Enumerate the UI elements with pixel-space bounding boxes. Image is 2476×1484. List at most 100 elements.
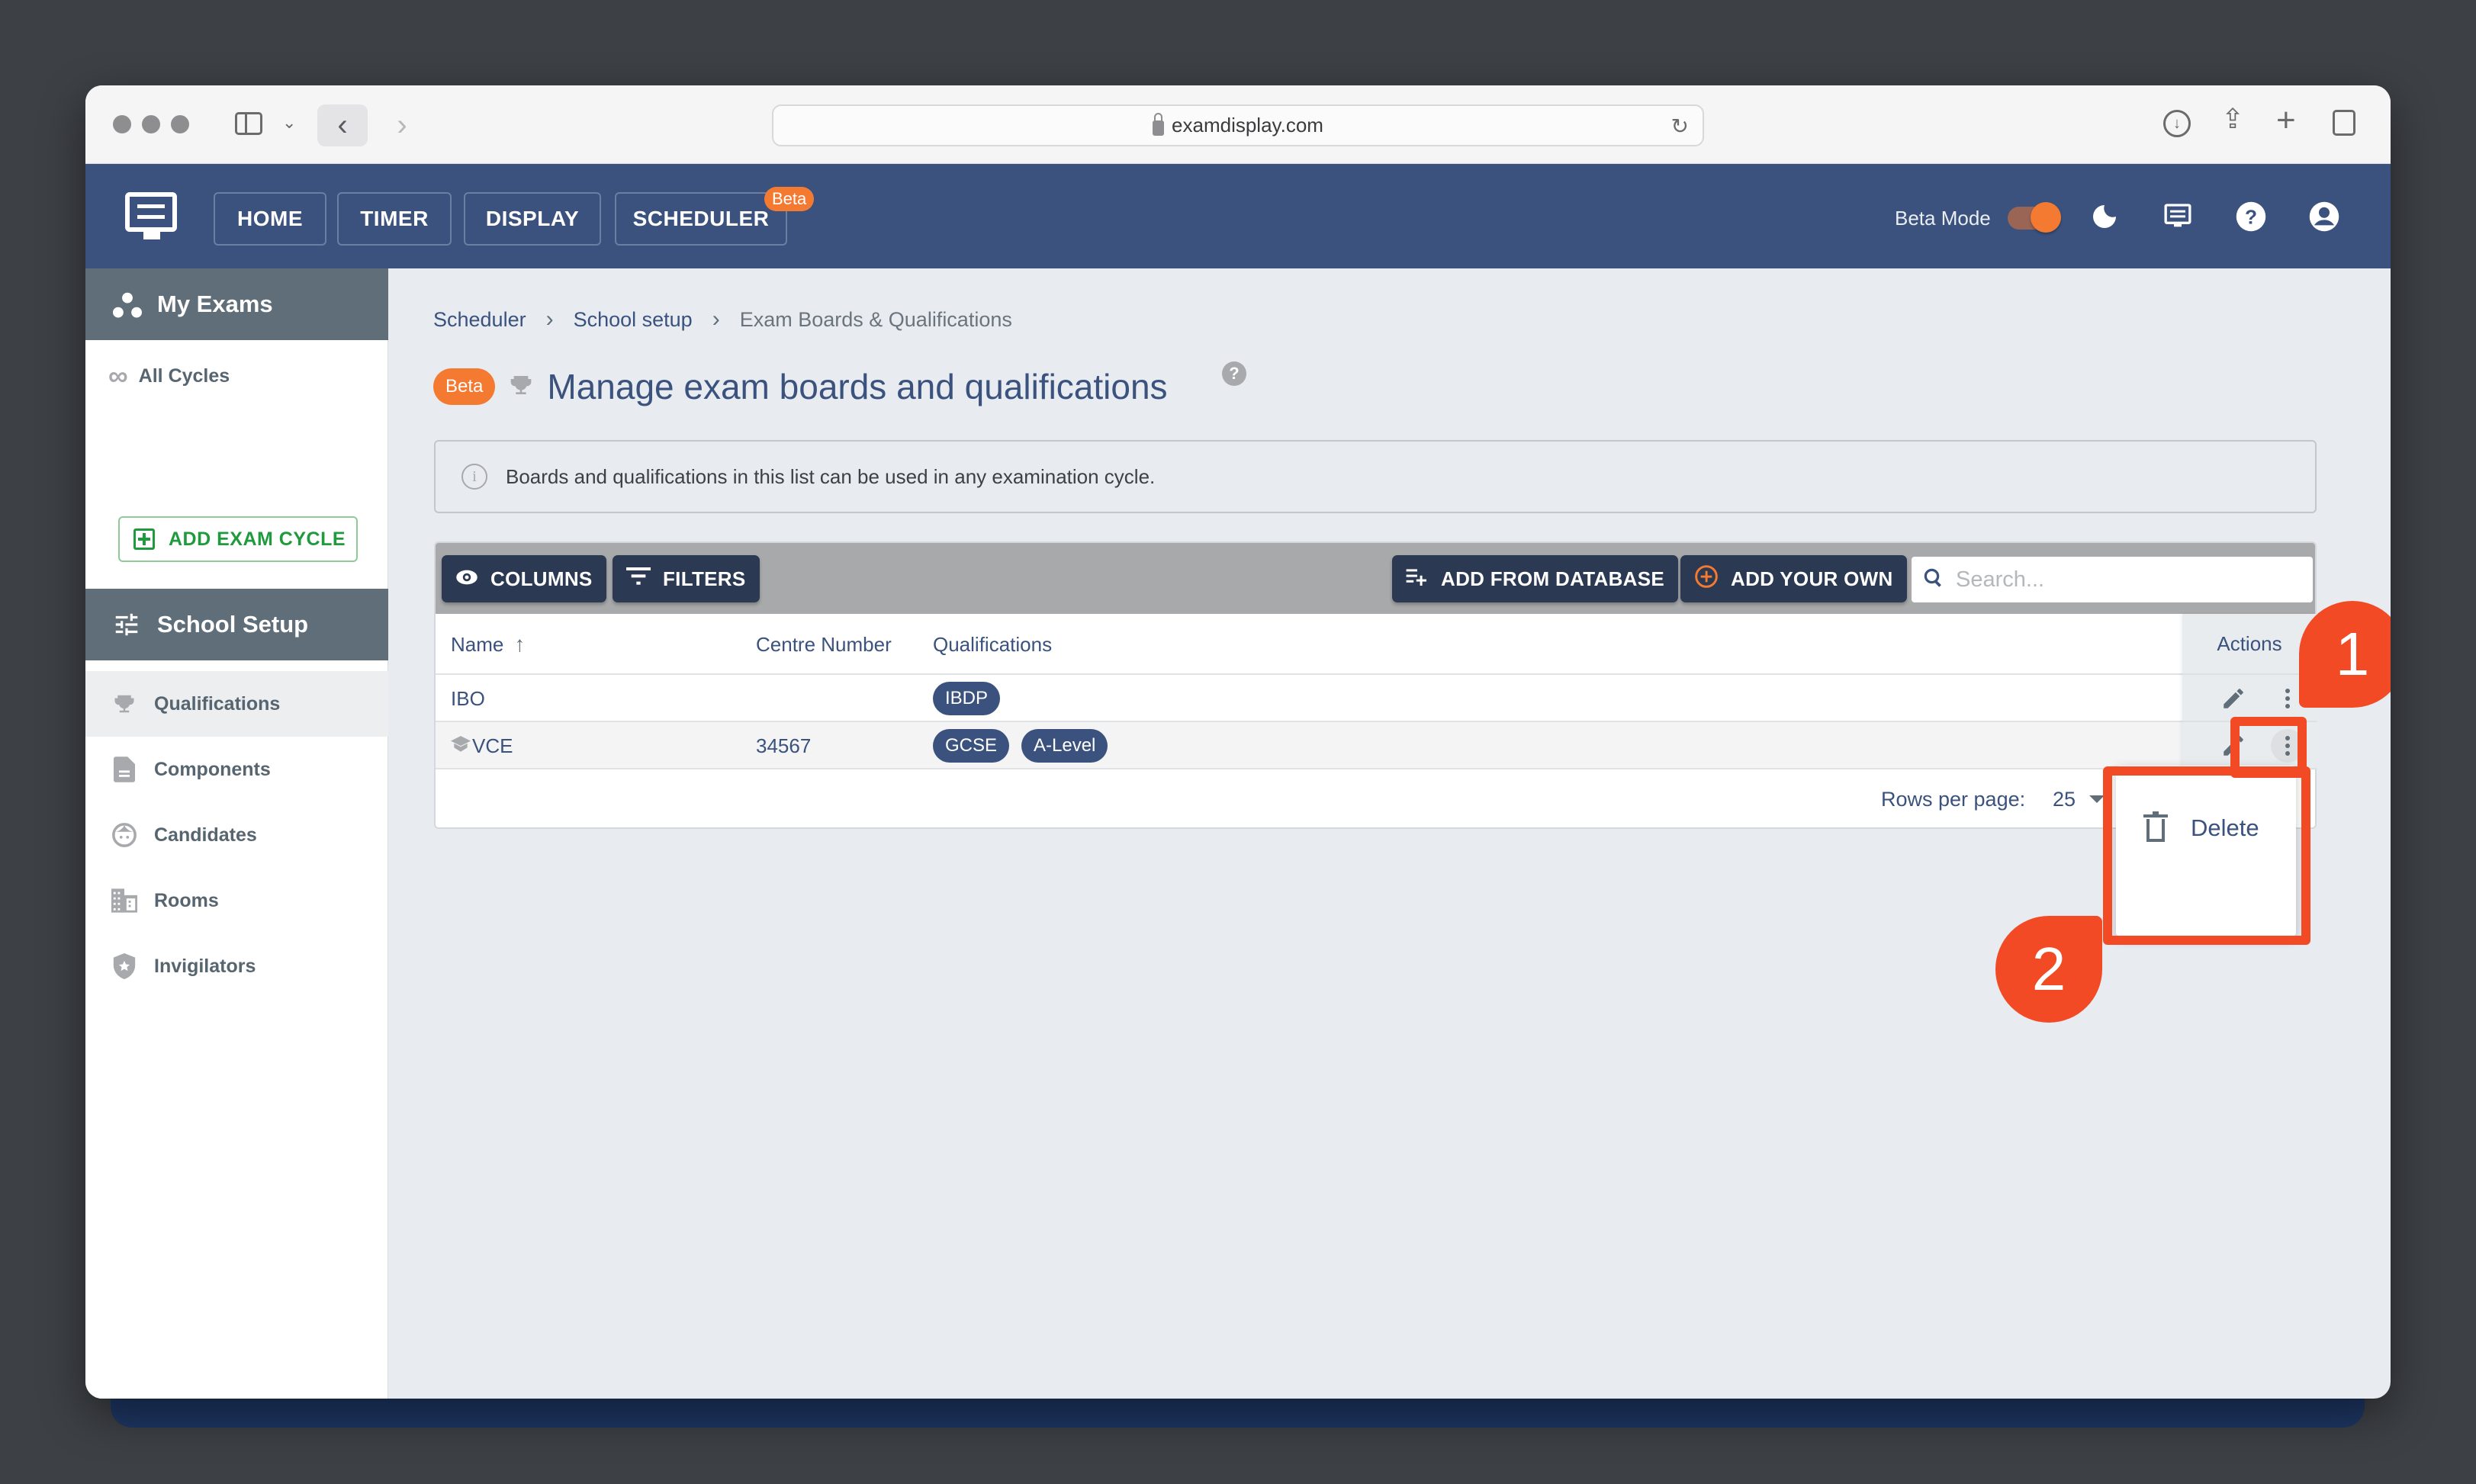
sidebar-section-my-exams[interactable]: My Exams bbox=[85, 268, 388, 340]
row-2-more-actions-button[interactable] bbox=[2271, 729, 2304, 763]
breadcrumb-scheduler[interactable]: Scheduler bbox=[433, 308, 526, 332]
exam-display-logo-icon[interactable] bbox=[125, 192, 177, 239]
sidebar-item-components[interactable]: Components bbox=[85, 737, 388, 802]
add-your-own-label: ADD YOUR OWN bbox=[1731, 567, 1893, 590]
browser-window: ⌄ ‹ › examdisplay.com ↻ ↓ ⇪ + HOME TIMER… bbox=[85, 85, 2391, 1399]
sidebar-toggle-icon[interactable] bbox=[235, 112, 262, 135]
sidebar-item-rooms[interactable]: Rooms bbox=[85, 868, 388, 933]
add-box-icon bbox=[133, 528, 155, 550]
annotation-bubble-2: 2 bbox=[1995, 916, 2102, 1023]
share-icon[interactable]: ⇪ bbox=[2221, 105, 2244, 133]
search-input[interactable] bbox=[1956, 567, 2291, 593]
info-alert: i Boards and qualifications in this list… bbox=[434, 440, 2317, 513]
chevron-right-icon: › bbox=[712, 307, 720, 332]
nav-timer-button[interactable]: TIMER bbox=[337, 192, 452, 246]
info-icon: i bbox=[461, 464, 487, 490]
filters-button[interactable]: FILTERS bbox=[613, 555, 760, 602]
all-cycles-label: All Cycles bbox=[138, 365, 230, 387]
download-icon[interactable]: ↓ bbox=[2163, 110, 2191, 137]
new-tab-icon[interactable]: + bbox=[2276, 104, 2296, 137]
maximize-window-button[interactable] bbox=[171, 115, 189, 133]
row-qualifications: GCSE A-Level bbox=[933, 722, 1108, 769]
filters-label: FILTERS bbox=[663, 567, 746, 590]
help-icon[interactable]: ? bbox=[2235, 201, 2267, 233]
scheduler-beta-badge: Beta bbox=[764, 187, 815, 211]
display-settings-icon[interactable] bbox=[2162, 201, 2194, 233]
qualification-chip[interactable]: IBDP bbox=[933, 682, 1001, 715]
url-text: examdisplay.com bbox=[1172, 114, 1323, 137]
tab-overview-icon[interactable] bbox=[2333, 110, 2355, 136]
my-exams-label: My Exams bbox=[157, 291, 273, 317]
columns-button[interactable]: COLUMNS bbox=[442, 555, 606, 602]
column-header-centre-number[interactable]: Centre Number bbox=[756, 614, 892, 675]
playlist-add-icon bbox=[1406, 567, 1429, 591]
breadcrumb: Scheduler › School setup › Exam Boards &… bbox=[433, 307, 1012, 332]
filter-icon bbox=[626, 567, 651, 591]
add-your-own-button[interactable]: ADD YOUR OWN bbox=[1680, 555, 1907, 602]
beta-badge: Beta bbox=[433, 368, 496, 405]
invigilators-label: Invigilators bbox=[154, 955, 256, 977]
components-label: Components bbox=[154, 758, 271, 780]
row-name: VCE bbox=[451, 722, 513, 769]
close-window-button[interactable] bbox=[113, 115, 131, 133]
row-actions bbox=[2182, 675, 2317, 722]
table-row[interactable]: IBO IBDP bbox=[436, 675, 2315, 722]
grid-header-row: Name ↑ Centre Number Qualifications bbox=[436, 614, 2315, 675]
dark-mode-moon-icon[interactable] bbox=[2089, 201, 2121, 233]
arrow-up-sort-icon[interactable]: ↑ bbox=[514, 632, 525, 657]
sidebar-item-qualifications[interactable]: Qualifications bbox=[85, 671, 388, 737]
chevron-down-icon[interactable]: ⌄ bbox=[282, 114, 296, 131]
back-button[interactable]: ‹ bbox=[317, 104, 368, 146]
delete-menu-item[interactable]: Delete bbox=[2116, 790, 2296, 866]
forward-button[interactable]: › bbox=[383, 104, 421, 146]
add-from-database-button[interactable]: ADD FROM DATABASE bbox=[1392, 555, 1679, 602]
column-header-actions: Actions bbox=[2182, 614, 2317, 675]
rows-per-page-select[interactable]: 25 bbox=[2053, 788, 2105, 811]
candidates-label: Candidates bbox=[154, 824, 257, 846]
sidebar-item-all-cycles[interactable]: ∞ All Cycles bbox=[108, 360, 230, 392]
info-text: Boards and qualifications in this list c… bbox=[506, 464, 1156, 488]
chevron-left-icon: ‹ bbox=[337, 108, 348, 142]
sidebar-item-candidates[interactable]: Candidates bbox=[85, 802, 388, 868]
building-icon bbox=[111, 888, 137, 914]
shield-star-icon bbox=[111, 953, 137, 979]
chevron-right-icon: › bbox=[397, 108, 407, 142]
row-name-text: VCE bbox=[472, 734, 513, 757]
edit-pencil-icon[interactable] bbox=[2220, 733, 2246, 759]
document-icon bbox=[111, 756, 137, 782]
trophy-icon bbox=[509, 371, 533, 403]
table-row[interactable]: VCE 34567 GCSE A-Level bbox=[436, 722, 2315, 769]
row-centre-number: 34567 bbox=[756, 734, 812, 757]
account-icon[interactable] bbox=[2308, 201, 2340, 233]
sidebar-section-school-setup[interactable]: School Setup bbox=[85, 589, 388, 660]
qualification-chip[interactable]: A-Level bbox=[1021, 729, 1108, 763]
column-header-name[interactable]: Name ↑ bbox=[451, 614, 525, 675]
chevron-right-icon: › bbox=[545, 307, 554, 332]
delete-label: Delete bbox=[2191, 814, 2259, 841]
column-header-qualifications[interactable]: Qualifications bbox=[933, 614, 1052, 675]
breadcrumb-current: Exam Boards & Qualifications bbox=[739, 307, 1012, 331]
school-cap-icon bbox=[451, 734, 471, 758]
qualification-chip[interactable]: GCSE bbox=[933, 729, 1010, 763]
sidebar: My Exams ∞ All Cycles ADD EXAM CYCLE Sch… bbox=[85, 268, 388, 1399]
rows-per-page-value: 25 bbox=[2053, 787, 2076, 811]
qualifications-data-grid: COLUMNS FILTERS ADD FROM DATABASE ADD YO… bbox=[434, 541, 2317, 829]
sidebar-item-invigilators[interactable]: Invigilators bbox=[85, 933, 388, 999]
nav-home-button[interactable]: HOME bbox=[214, 192, 326, 246]
nav-display-button[interactable]: DISPLAY bbox=[464, 192, 601, 246]
grid-toolbar: COLUMNS FILTERS ADD FROM DATABASE ADD YO… bbox=[436, 543, 2315, 614]
lock-icon bbox=[1153, 112, 1165, 136]
nav-scheduler-button[interactable]: SCHEDULER bbox=[615, 192, 787, 246]
beta-mode-label: Beta Mode bbox=[1895, 207, 1991, 230]
help-question-icon[interactable]: ? bbox=[1222, 361, 1246, 386]
breadcrumb-school-setup[interactable]: School setup bbox=[574, 308, 693, 332]
beta-mode-toggle-knob[interactable] bbox=[2031, 202, 2061, 233]
edit-pencil-icon[interactable] bbox=[2220, 686, 2246, 711]
add-exam-cycle-button[interactable]: ADD EXAM CYCLE bbox=[118, 516, 358, 562]
address-bar[interactable]: examdisplay.com ↻ bbox=[772, 104, 1704, 146]
minimize-window-button[interactable] bbox=[142, 115, 160, 133]
row-context-menu: Delete bbox=[2116, 766, 2296, 936]
browser-toolbar: ⌄ ‹ › examdisplay.com ↻ ↓ ⇪ + bbox=[85, 85, 2391, 164]
search-field[interactable] bbox=[1912, 557, 2313, 602]
reload-icon[interactable]: ↻ bbox=[1671, 114, 1689, 139]
